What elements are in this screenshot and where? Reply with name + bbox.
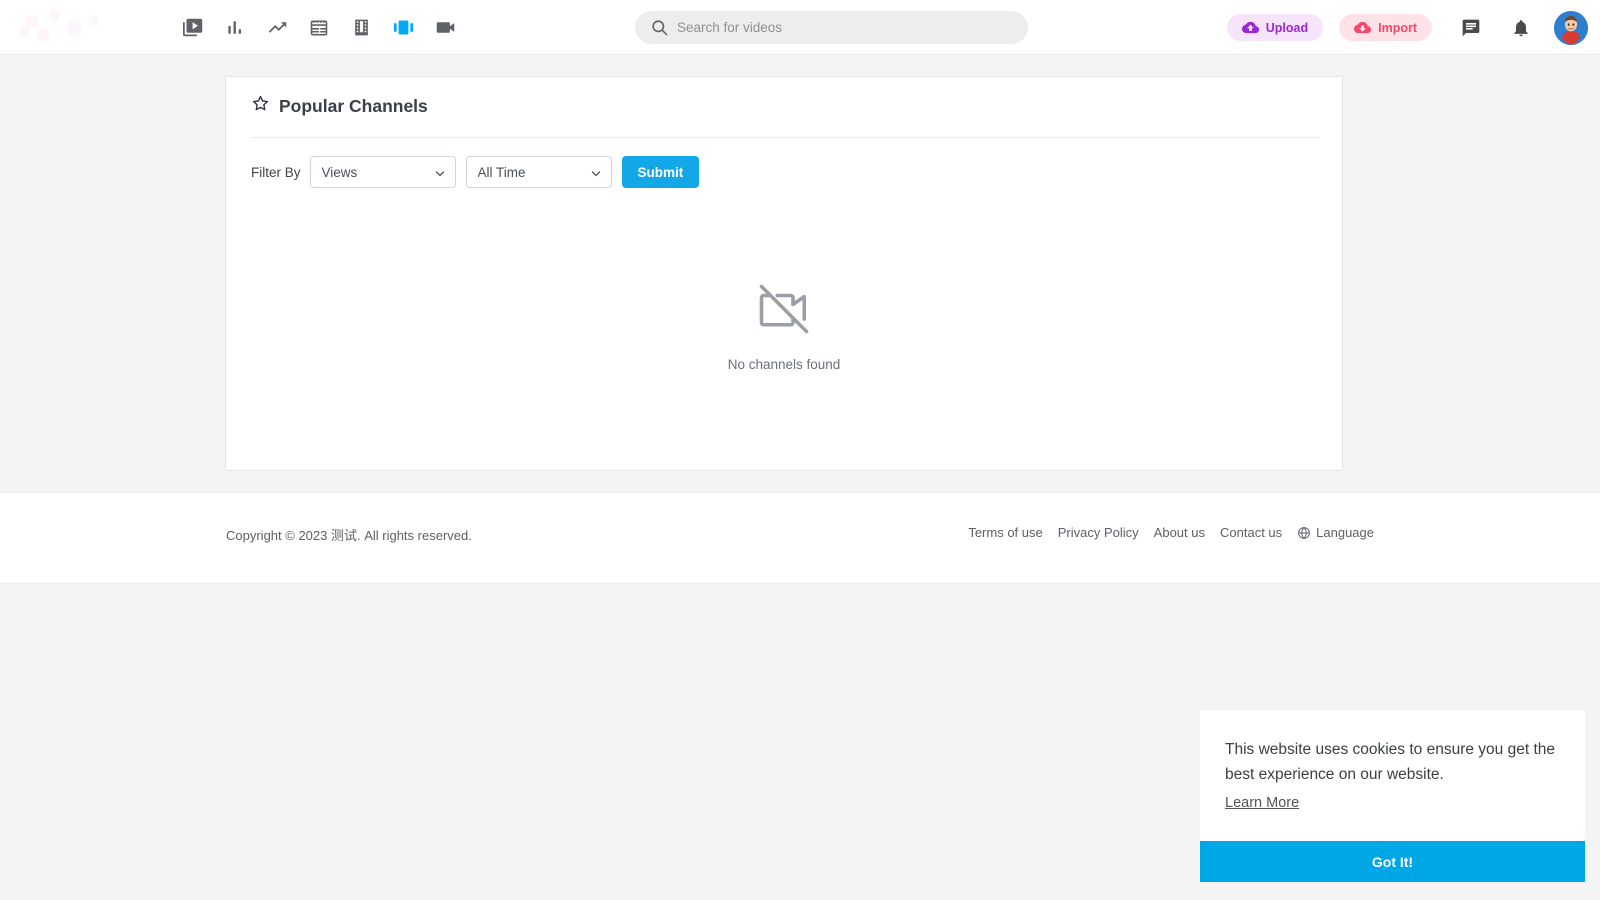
site-logo[interactable]: [8, 4, 118, 48]
nav-item-trending[interactable]: [260, 11, 294, 45]
footer-link-contact[interactable]: Contact us: [1220, 525, 1282, 540]
nav-item-videos[interactable]: [176, 11, 210, 45]
cookie-body: This website uses cookies to ensure you …: [1200, 710, 1585, 812]
upload-button[interactable]: Upload: [1227, 14, 1323, 41]
page-content: Popular Channels Filter By Views All Tim…: [0, 55, 1600, 492]
search-input[interactable]: [635, 11, 1028, 44]
popular-channels-card: Popular Channels Filter By Views All Tim…: [225, 76, 1343, 471]
search-container: [635, 11, 1028, 44]
nav-item-statistics[interactable]: [218, 11, 252, 45]
time-select-wrapper: All Time: [466, 156, 612, 188]
empty-state-text: No channels found: [728, 357, 841, 372]
footer-link-about[interactable]: About us: [1154, 525, 1205, 540]
header-actions: Upload Import: [1227, 0, 1588, 55]
time-select[interactable]: All Time: [466, 156, 612, 188]
primary-nav: [176, 0, 462, 55]
import-button[interactable]: Import: [1339, 14, 1432, 41]
nav-item-news[interactable]: [302, 11, 336, 45]
filter-by-label: Filter By: [251, 165, 301, 180]
video-off-icon: [757, 282, 811, 341]
filter-bar: Filter By Views All Time Submit: [251, 156, 699, 188]
language-selector[interactable]: Language: [1297, 525, 1374, 540]
divider: [251, 137, 1319, 138]
messages-button[interactable]: [1454, 11, 1488, 45]
cloud-upload-icon: [1242, 19, 1259, 36]
page-title: Popular Channels: [251, 94, 428, 118]
cloud-download-icon: [1354, 19, 1371, 36]
avatar[interactable]: [1554, 11, 1588, 45]
submit-button[interactable]: Submit: [622, 156, 700, 188]
footer-link-privacy[interactable]: Privacy Policy: [1058, 525, 1139, 540]
site-footer: Copyright © 2023 测试. All rights reserved…: [0, 492, 1600, 583]
footer-links: Terms of use Privacy Policy About us Con…: [968, 525, 1374, 540]
nav-item-live[interactable]: [428, 11, 462, 45]
notifications-button[interactable]: [1504, 11, 1538, 45]
sort-select[interactable]: Views: [310, 156, 456, 188]
copyright-text: Copyright © 2023 测试. All rights reserved…: [226, 525, 472, 544]
page-title-text: Popular Channels: [279, 96, 428, 117]
empty-state: No channels found: [226, 282, 1342, 372]
footer-link-terms[interactable]: Terms of use: [968, 525, 1042, 540]
top-header: Upload Import: [0, 0, 1600, 55]
cookie-consent-banner: This website uses cookies to ensure you …: [1200, 710, 1585, 882]
nav-item-channels[interactable]: [386, 11, 420, 45]
star-icon: [251, 94, 270, 118]
language-label: Language: [1316, 525, 1374, 540]
sort-select-wrapper: Views: [310, 156, 456, 188]
cookie-accept-button[interactable]: Got It!: [1200, 841, 1585, 882]
upload-button-label: Upload: [1266, 21, 1308, 35]
import-button-label: Import: [1378, 21, 1417, 35]
cookie-message: This website uses cookies to ensure you …: [1225, 738, 1560, 788]
nav-item-movies[interactable]: [344, 11, 378, 45]
cookie-learn-more-link[interactable]: Learn More: [1225, 795, 1299, 811]
globe-icon: [1297, 526, 1311, 540]
